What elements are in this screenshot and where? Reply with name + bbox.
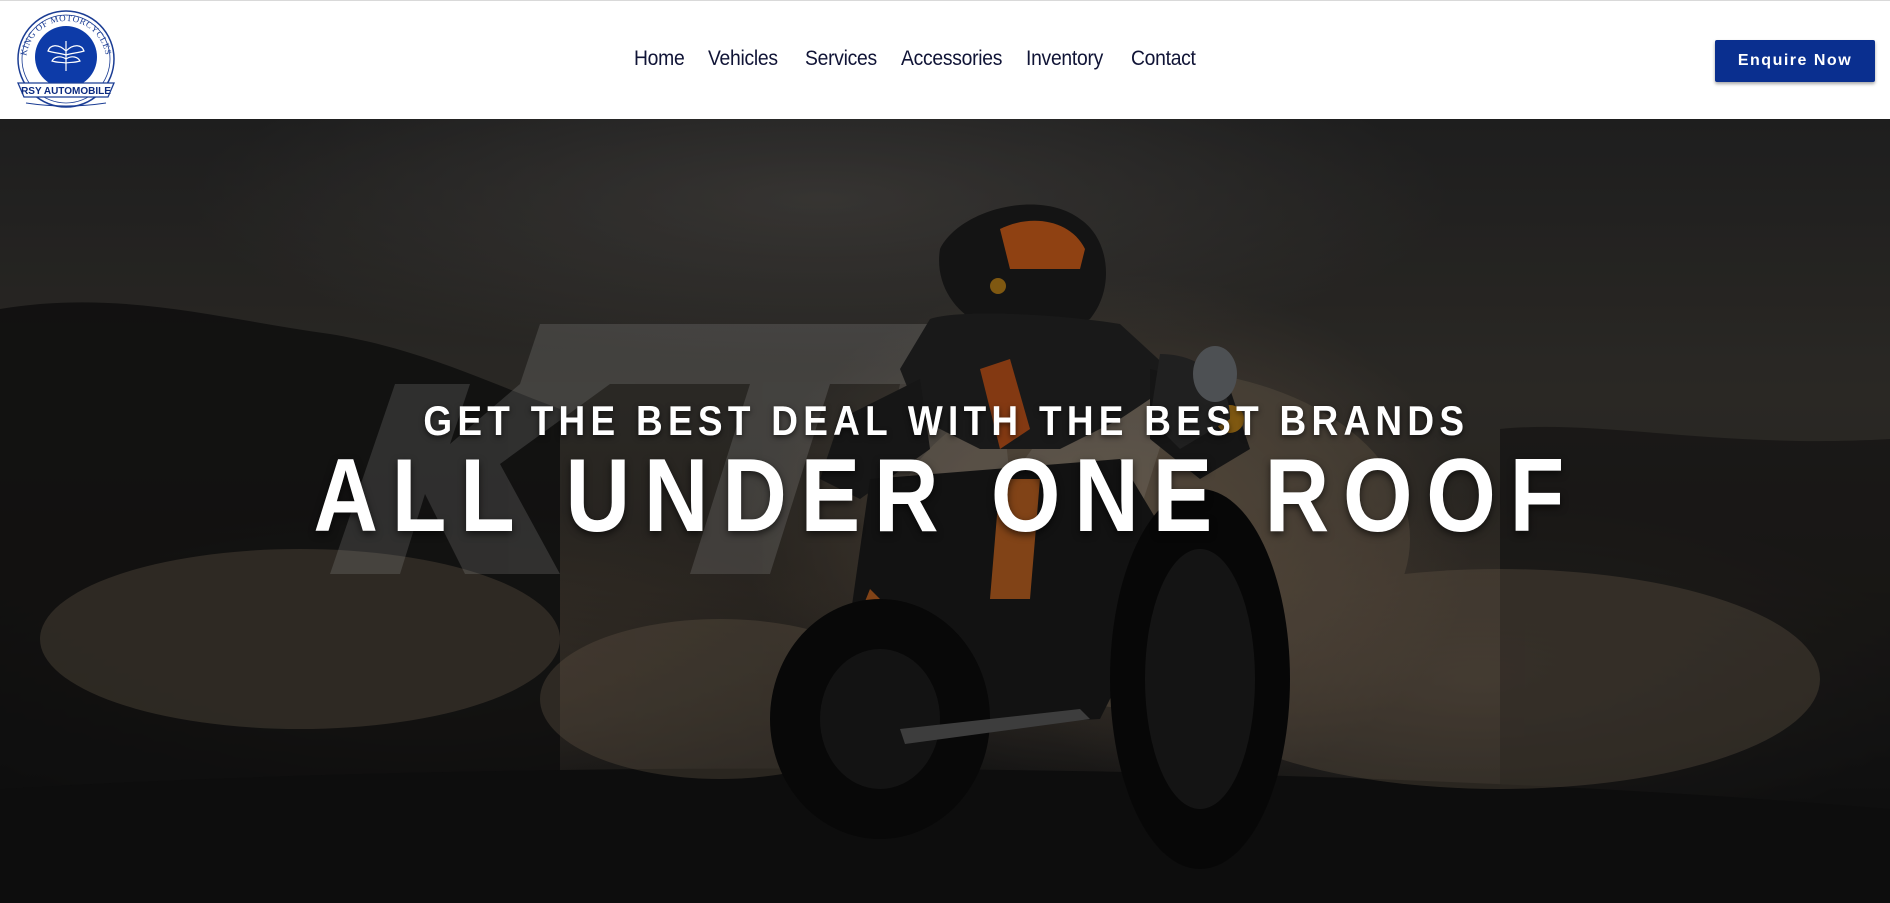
nav-inventory[interactable]: Inventory [1026,47,1103,71]
brand-logo[interactable]: KING OF MOTORCYCLES RSY AUTOMOBILE [6,5,126,111]
hero-title: ALL UNDER ONE ROOF [313,438,1579,554]
nav-vehicles[interactable]: Vehicles [708,47,778,71]
nav-accessories[interactable]: Accessories [901,47,1002,71]
brand-name: RSY AUTOMOBILE [21,86,111,97]
enquire-now-button[interactable]: Enquire Now [1715,40,1875,82]
nav-home[interactable]: Home [634,47,685,71]
nav-services[interactable]: Services [805,47,877,71]
hero-banner: GET THE BEST DEAL WITH THE BEST BRANDS A… [0,119,1890,903]
nav-contact[interactable]: Contact [1131,47,1196,71]
site-header: KING OF MOTORCYCLES RSY AUTOMOBILE Home … [0,1,1890,119]
